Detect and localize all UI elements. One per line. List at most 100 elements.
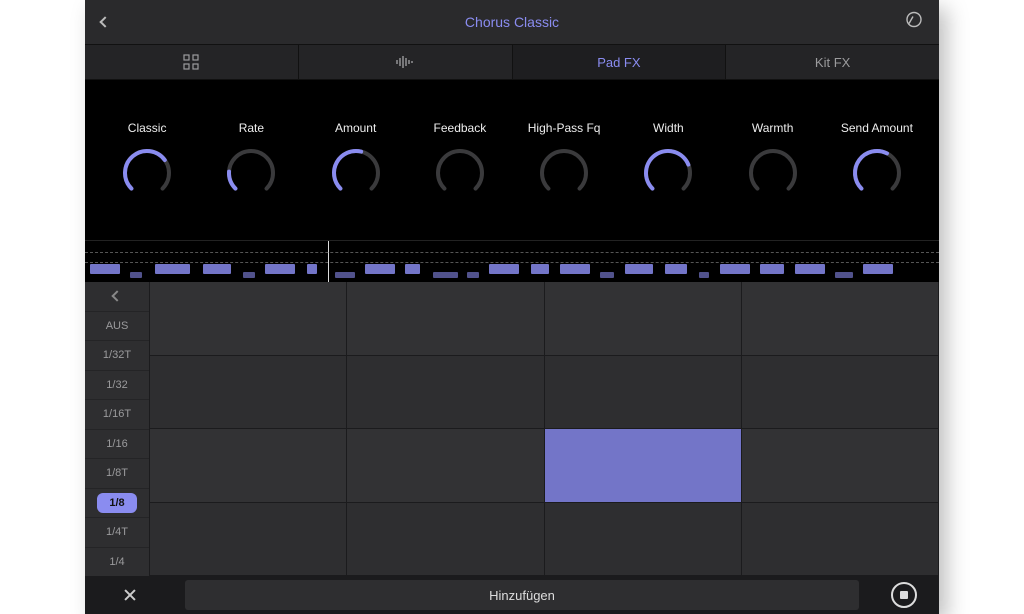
pad-grid — [149, 282, 939, 576]
waveform-block — [405, 264, 420, 274]
knob-control[interactable] — [538, 147, 590, 199]
quantize-label: 1/16 — [106, 438, 127, 450]
pad-cell[interactable] — [150, 503, 347, 577]
knob-label: Warmth — [752, 121, 794, 135]
waveform-block — [560, 264, 590, 274]
knob-label: Send Amount — [841, 121, 913, 135]
target-icon — [905, 11, 923, 29]
back-button[interactable] — [101, 13, 109, 31]
knob-width: Width — [624, 121, 712, 199]
waveform-block — [863, 264, 893, 274]
bottom-bar: Hinzufügen — [85, 576, 939, 614]
waveform-block — [699, 272, 709, 278]
pad-cell[interactable] — [545, 282, 742, 356]
waveform-icon — [395, 55, 415, 69]
tab-waveform-view[interactable] — [299, 45, 513, 79]
quantize-option-1-32[interactable]: 1/32 — [85, 370, 149, 400]
waveform-block — [155, 264, 190, 274]
titlebar: Chorus Classic — [85, 0, 939, 44]
grid-icon — [183, 54, 199, 70]
pad-cell[interactable] — [545, 429, 742, 503]
stop-icon — [891, 582, 917, 608]
waveform-block — [835, 272, 853, 278]
knob-feedback: Feedback — [416, 121, 504, 199]
waveform-block — [760, 264, 784, 274]
tab-pad-fx[interactable]: Pad FX — [513, 45, 727, 79]
quantize-option-aus[interactable]: AUS — [85, 311, 149, 341]
waveform-block — [489, 264, 519, 274]
knob-send-amount: Send Amount — [833, 121, 921, 199]
waveform-block — [203, 264, 231, 274]
waveform-block — [90, 264, 120, 274]
knob-label: Amount — [335, 121, 376, 135]
waveform-block — [665, 264, 687, 274]
pad-cell[interactable] — [347, 282, 544, 356]
waveform-block — [467, 272, 479, 278]
playhead[interactable] — [328, 241, 329, 282]
page-title: Chorus Classic — [465, 14, 559, 30]
stop-button[interactable] — [869, 582, 939, 608]
waveform-baseline — [85, 262, 939, 263]
quantize-option-1-16t[interactable]: 1/16T — [85, 399, 149, 429]
knob-control[interactable] — [747, 147, 799, 199]
quantize-label: 1/8 — [97, 493, 136, 513]
pad-cell[interactable] — [545, 503, 742, 577]
knob-high-pass-fq: High-Pass Fq — [520, 121, 608, 199]
knob-rate: Rate — [207, 121, 295, 199]
quantize-option-1-4[interactable]: 1/4 — [85, 547, 149, 577]
add-button[interactable]: Hinzufügen — [185, 580, 859, 610]
knob-control[interactable] — [434, 147, 486, 199]
knob-control[interactable] — [851, 147, 903, 199]
quantize-label: 1/16T — [103, 408, 131, 420]
pad-cell[interactable] — [742, 429, 939, 503]
pad-cell[interactable] — [742, 356, 939, 430]
knob-control[interactable] — [642, 147, 694, 199]
pad-cell[interactable] — [347, 503, 544, 577]
waveform-block — [307, 264, 317, 274]
knob-label: Width — [653, 121, 684, 135]
app-frame: Chorus Classic — [85, 0, 939, 614]
close-icon — [123, 588, 137, 602]
quantize-label: AUS — [106, 320, 129, 332]
tab-grid-view[interactable] — [85, 45, 299, 79]
waveform-block — [130, 272, 142, 278]
close-button[interactable] — [85, 588, 175, 602]
pad-cell[interactable] — [742, 503, 939, 577]
knob-control[interactable] — [225, 147, 277, 199]
quantize-option-1-16[interactable]: 1/16 — [85, 429, 149, 459]
quantize-sidebar: AUS 1/32T 1/32 1/16T 1/16 1/8T 1/8 1/4T 1/4 — [85, 282, 149, 576]
quantize-option-1-8[interactable]: 1/8 — [85, 488, 149, 518]
knob-label: Feedback — [434, 121, 487, 135]
pad-cell[interactable] — [545, 356, 742, 430]
waveform-block — [600, 272, 614, 278]
quantize-label: 1/4T — [106, 526, 128, 538]
pad-cell[interactable] — [347, 429, 544, 503]
knob-control[interactable] — [330, 147, 382, 199]
chevron-left-icon — [111, 291, 122, 302]
waveform-block — [720, 264, 750, 274]
waveform-block — [265, 264, 295, 274]
quantize-option-1-4t[interactable]: 1/4T — [85, 517, 149, 547]
knob-panel: Classic Rate Amount Feedback High-Pass F… — [85, 80, 939, 240]
quantize-label: 1/32 — [106, 379, 127, 391]
timeline-waveform[interactable] — [85, 240, 939, 282]
view-tabs: Pad FX Kit FX — [85, 44, 939, 80]
tab-kit-fx[interactable]: Kit FX — [726, 45, 939, 79]
quantize-back-button[interactable] — [85, 282, 149, 311]
knob-classic: Classic — [103, 121, 191, 199]
quantize-label: 1/32T — [103, 349, 131, 361]
knob-warmth: Warmth — [729, 121, 817, 199]
pad-cell[interactable] — [150, 356, 347, 430]
waveform-block — [243, 272, 255, 278]
pad-cell[interactable] — [742, 282, 939, 356]
quantize-option-1-8t[interactable]: 1/8T — [85, 458, 149, 488]
quantize-option-1-32t[interactable]: 1/32T — [85, 340, 149, 370]
knob-label: Rate — [239, 121, 264, 135]
pad-cell[interactable] — [347, 356, 544, 430]
tuning-target-button[interactable] — [905, 11, 923, 34]
waveform-block — [795, 264, 825, 274]
quantize-label: 1/8T — [106, 467, 128, 479]
pad-cell[interactable] — [150, 282, 347, 356]
pad-cell[interactable] — [150, 429, 347, 503]
knob-control[interactable] — [121, 147, 173, 199]
